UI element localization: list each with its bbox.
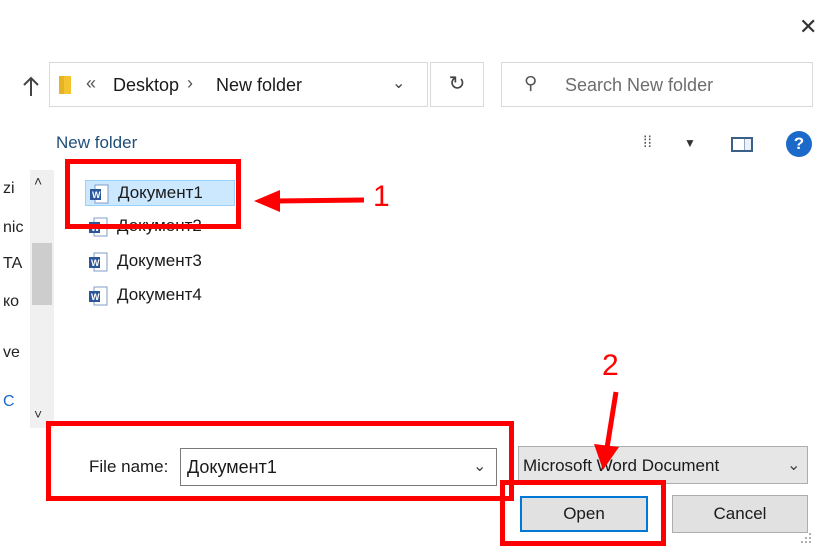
highlight-box-filename — [46, 421, 514, 501]
folder-icon — [58, 75, 72, 95]
file-name: Документ3 — [117, 251, 202, 270]
highlight-box-open — [500, 480, 666, 546]
nav-item[interactable]: ve — [3, 344, 20, 362]
search-icon: ⚲ — [524, 73, 538, 93]
annotation-number-2: 2 — [602, 349, 619, 382]
breadcrumb-separator[interactable]: › — [187, 73, 193, 94]
resize-grip-icon[interactable] — [795, 531, 813, 545]
close-button[interactable]: ✕ — [799, 14, 815, 40]
nav-item[interactable]: TA — [3, 255, 22, 273]
nav-item[interactable]: zi — [3, 180, 15, 198]
scroll-up-icon[interactable]: ˄ — [34, 173, 42, 189]
scrollbar-thumb[interactable] — [32, 243, 52, 305]
view-options-icon[interactable]: ⁞⁞ — [643, 134, 652, 152]
breadcrumb-new-folder[interactable]: New folder — [216, 75, 302, 96]
nav-item[interactable]: nic — [3, 219, 23, 237]
navigation-pane[interactable]: zi nic TA ко ve C — [0, 165, 28, 430]
svg-text:W: W — [91, 258, 100, 268]
nav-item[interactable]: C — [3, 393, 15, 411]
help-icon[interactable]: ? — [786, 131, 812, 157]
up-arrow-icon[interactable] — [16, 70, 46, 102]
file-type-select[interactable]: Microsoft Word Document ⌄ — [518, 446, 808, 484]
annotation-number-1: 1 — [373, 180, 390, 213]
search-placeholder: Search New folder — [565, 75, 714, 95]
preview-pane-icon[interactable] — [731, 137, 753, 152]
refresh-icon: ↻ — [448, 73, 466, 95]
annotation-arrow-1 — [254, 190, 365, 212]
breadcrumb-desktop[interactable]: Desktop — [113, 75, 179, 96]
new-folder-button[interactable]: New folder — [56, 133, 137, 153]
nav-item[interactable]: ко — [3, 293, 19, 311]
address-bar[interactable]: « Desktop › New folder ⌄ — [49, 62, 428, 107]
scroll-down-icon[interactable]: ˅ — [34, 406, 42, 422]
search-input[interactable]: ⚲ Search New folder — [501, 62, 813, 107]
cancel-button[interactable]: Cancel — [672, 495, 808, 533]
word-document-icon: W — [89, 252, 108, 272]
breadcrumb-overflow[interactable]: « — [86, 73, 96, 94]
word-document-icon: W — [89, 286, 108, 306]
view-dropdown-icon[interactable]: ▼ — [684, 136, 696, 150]
chevron-down-icon[interactable]: ⌄ — [392, 73, 405, 93]
highlight-box-file — [65, 159, 241, 229]
refresh-button[interactable]: ↻ — [430, 62, 484, 107]
chevron-down-icon[interactable]: ⌄ — [787, 455, 800, 475]
file-name: Документ4 — [117, 285, 202, 304]
svg-text:W: W — [91, 292, 100, 302]
annotation-arrow-2 — [594, 391, 619, 470]
